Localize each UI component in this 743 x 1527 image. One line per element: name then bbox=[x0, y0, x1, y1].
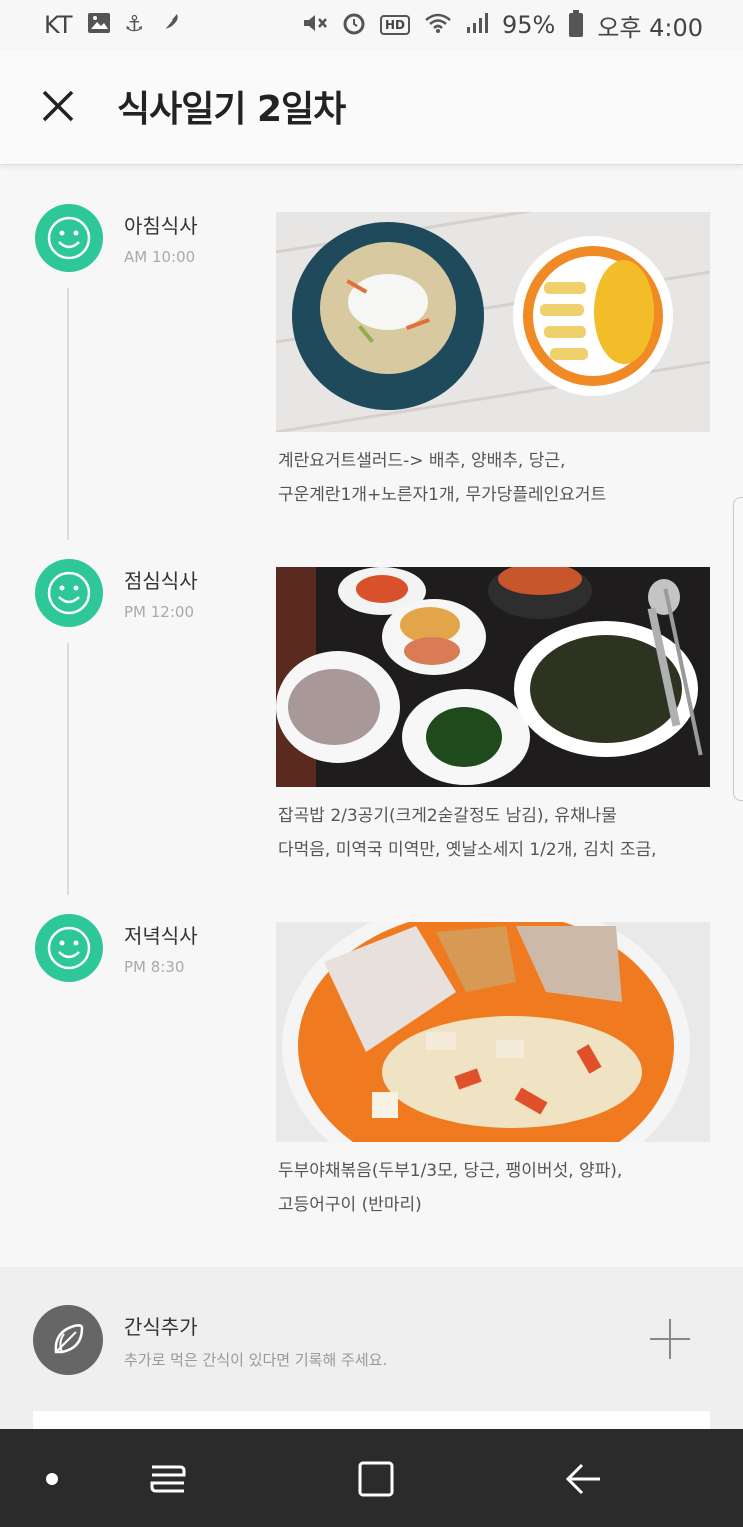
add-snack-button[interactable] bbox=[648, 1317, 692, 1361]
dot-icon[interactable] bbox=[30, 1459, 74, 1499]
meal-photo[interactable] bbox=[276, 563, 710, 787]
meal-description-line: 구운계란1개+노른자1개, 무가당플레인요거트 bbox=[278, 485, 607, 505]
meal-description-line: 고등어구이 (반마리) bbox=[278, 1195, 422, 1215]
carrier-label: KT bbox=[44, 11, 73, 39]
clock: 오후 4:00 bbox=[597, 13, 703, 42]
meal-photo[interactable] bbox=[275, 180, 711, 434]
meal-description: 계란요거트샐러드-> 배추, 양배추, 당근, 구운계란1개+노른자1개, 무가… bbox=[278, 444, 718, 512]
smile-icon bbox=[35, 914, 103, 982]
close-button[interactable] bbox=[40, 88, 76, 124]
meal-description-line: 다먹음, 미역국 미역만, 옛날소세지 1/2개, 김치 조금, bbox=[278, 840, 657, 860]
meal-time: PM 12:00 bbox=[124, 603, 194, 621]
meal-name: 저녁식사 bbox=[124, 924, 198, 948]
meal-time: AM 10:00 bbox=[124, 248, 196, 266]
meal-description-line: 잡곡밥 2/3공기(크게2숟갈정도 남김), 유채나물 bbox=[278, 806, 617, 826]
signal-icon bbox=[466, 12, 488, 39]
app-header: 식사일기 2일차 bbox=[0, 50, 743, 165]
meal-photo[interactable] bbox=[276, 896, 710, 1196]
recent-apps-icon[interactable] bbox=[146, 1459, 190, 1499]
mute-icon bbox=[302, 12, 328, 39]
wifi-icon bbox=[424, 12, 452, 39]
back-icon[interactable] bbox=[562, 1459, 606, 1499]
plus-icon bbox=[650, 1319, 690, 1359]
status-bar: KT ⚓ HD 95% 오후 4:00 bbox=[0, 0, 743, 50]
image-icon bbox=[87, 12, 111, 39]
meal-description-line: 계란요거트샐러드-> 배추, 양배추, 당근, bbox=[278, 451, 566, 471]
battery-percent: 95% bbox=[501, 11, 556, 39]
status-left: KT ⚓ bbox=[44, 11, 180, 40]
system-nav-bar bbox=[0, 1429, 743, 1527]
meal-description-line: 두부야채볶음(두부1/3모, 당근, 팽이버섯, 양파), bbox=[278, 1161, 623, 1181]
close-icon bbox=[42, 90, 74, 122]
alarm-icon bbox=[342, 11, 366, 40]
anchor-icon: ⚓ bbox=[124, 12, 145, 37]
meal-entry-breakfast[interactable]: 아침식사 AM 10:00 계란요거트샐러드-> 배추, 양배추, 당근, 구운… bbox=[0, 180, 743, 524]
status-right: HD 95% 오후 4:00 bbox=[302, 8, 703, 43]
next-card bbox=[33, 1411, 710, 1431]
meal-entry-lunch[interactable]: 점심식사 PM 12:00 잡곡밥 2/3공기(크게2숟갈정도 남김), 유채나… bbox=[0, 559, 743, 879]
snack-section[interactable]: 간식추가 추가로 먹은 간식이 있다면 기록해 주세요. bbox=[0, 1267, 743, 1429]
meal-time: PM 8:30 bbox=[124, 958, 185, 976]
hd-icon: HD bbox=[379, 15, 410, 35]
page-title: 식사일기 2일차 bbox=[117, 89, 346, 130]
meal-name: 아침식사 bbox=[124, 214, 198, 238]
leaf-icon bbox=[33, 1305, 103, 1375]
snack-title: 간식추가 bbox=[124, 1315, 198, 1339]
smile-icon bbox=[35, 559, 103, 627]
meal-description: 두부야채볶음(두부1/3모, 당근, 팽이버섯, 양파), 고등어구이 (반마리… bbox=[278, 1154, 718, 1222]
battery-icon bbox=[569, 10, 584, 37]
meal-entry-dinner[interactable]: 저녁식사 PM 8:30 두부야채볶음(두부1/3모, 당근, 팽이버섯, 양파… bbox=[0, 896, 743, 1234]
home-icon[interactable] bbox=[354, 1459, 398, 1499]
meal-name: 점심식사 bbox=[124, 569, 198, 593]
scrollbar-handle[interactable] bbox=[733, 497, 743, 801]
meal-description: 잡곡밥 2/3공기(크게2숟갈정도 남김), 유채나물 다먹음, 미역국 미역만… bbox=[278, 799, 718, 867]
snack-subtitle: 추가로 먹은 간식이 있다면 기록해 주세요. bbox=[124, 1351, 388, 1369]
smile-icon bbox=[35, 204, 103, 272]
feather-icon bbox=[158, 11, 180, 40]
